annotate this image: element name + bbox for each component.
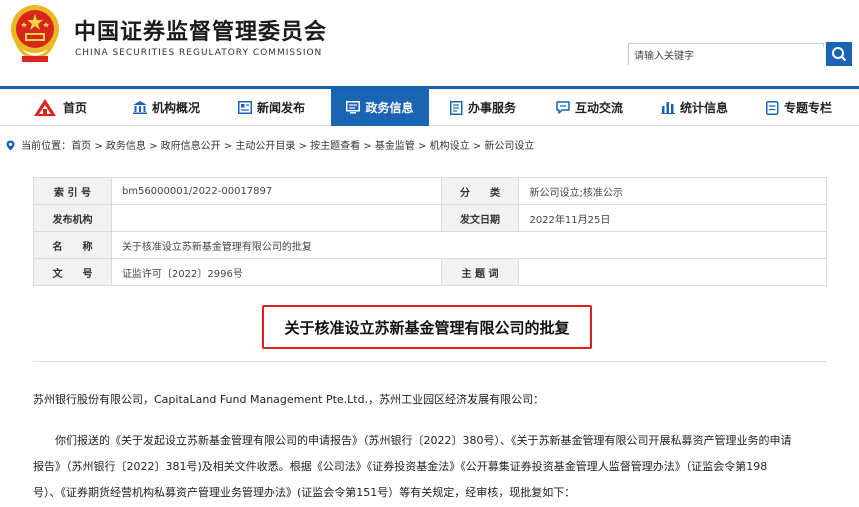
document-addressee: 苏州银行股份有限公司，CapitaLand Fund Management Pt… (33, 393, 545, 406)
chat-icon (556, 101, 570, 114)
docno-value: 证监许可〔2022〕2996号 (110, 258, 442, 286)
nav-item-services[interactable]: 办事服务 (450, 89, 516, 126)
subject-label: 主 题 词 (440, 258, 520, 286)
date-label: 发文日期 (440, 204, 520, 232)
search-button[interactable] (826, 42, 852, 66)
topic-icon (766, 100, 779, 115)
national-emblem-icon (11, 5, 59, 62)
building-icon (133, 101, 147, 114)
site-title-en: CHINA SECURITIES REGULATORY COMMISSION (75, 48, 323, 58)
government-info-icon (346, 101, 361, 114)
table-row: 发布机构 发文日期 2022年11月25日 (33, 204, 827, 232)
table-row: 文 号 证监许可〔2022〕2996号 主 题 词 (33, 258, 827, 286)
publisher-value (110, 204, 442, 232)
table-row: 索 引 号 bm56000001/2022-00017897 分 类 新公司设立… (33, 177, 827, 205)
divider (33, 361, 827, 362)
location-pin-icon (6, 140, 15, 151)
document-body-line: 报告》（苏州银行〔2022〕381号)及相关文件收悉。根据《公司法》《证券投资基… (33, 460, 768, 473)
search-input[interactable] (629, 46, 825, 67)
name-label: 名 称 (33, 231, 112, 259)
docno-label: 文 号 (33, 258, 112, 286)
nav-item-label: 首页 (63, 101, 88, 115)
date-value: 2022年11月25日 (518, 204, 827, 232)
nav-item-label: 统计信息 (680, 101, 729, 115)
category-value: 新公司设立;核准公示 (518, 177, 827, 205)
bar-chart-icon (661, 102, 675, 114)
nav-item-label: 互动交流 (575, 101, 624, 115)
publisher-label: 发布机构 (33, 204, 112, 232)
index-value: bm56000001/2022-00017897 (110, 177, 442, 205)
subject-value (518, 258, 827, 286)
table-row: 名 称 关于核准设立苏新基金管理有限公司的批复 (33, 231, 828, 259)
site-title-cn: 中国证券监督管理委员会 (74, 20, 328, 45)
main-nav: 首页 机构概况 新闻发布 政务信息 办事服务 互动交流 统计信息 专题专栏 (0, 86, 859, 126)
search-icon (832, 47, 847, 62)
index-label: 索 引 号 (33, 177, 112, 205)
home-logo-icon (34, 98, 56, 116)
nav-item-about[interactable]: 机构概况 (133, 89, 200, 126)
nav-item-home[interactable]: 首页 (32, 89, 87, 126)
nav-item-interaction[interactable]: 互动交流 (556, 89, 623, 126)
breadcrumb-path[interactable]: 首页 > 政务信息 > 政府信息公开 > 主动公开目录 > 按主题查看 > 基金… (71, 141, 534, 152)
nav-item-label: 机构概况 (152, 101, 201, 115)
nav-item-news[interactable]: 新闻发布 (238, 89, 305, 126)
document-body-line: 号）、《证券期货经营机构私募资产管理业务管理办法》(证监会令第151号）等有关规… (33, 486, 576, 499)
breadcrumb-prefix: 当前位置： (21, 141, 72, 152)
site-header: 中国证券监督管理委员会 CHINA SECURITIES REGULATORY … (0, 0, 859, 86)
search-box (628, 43, 825, 67)
nav-item-label: 专题专栏 (784, 101, 833, 115)
document-metadata-table: 索 引 号 bm56000001/2022-00017897 分 类 新公司设立… (33, 177, 828, 286)
document-title-highlight: 关于核准设立苏新基金管理有限公司的批复 (262, 305, 592, 349)
document-body-line: 你们报送的《关于发起设立苏新基金管理有限公司的申请报告》（苏州银行〔2022〕3… (55, 434, 792, 447)
nav-item-gov-info[interactable]: 政务信息 (331, 89, 429, 126)
document-title: 关于核准设立苏新基金管理有限公司的批复 (284, 318, 570, 337)
breadcrumb: 当前位置：首页 > 政务信息 > 政府信息公开 > 主动公开目录 > 按主题查看… (6, 137, 534, 152)
category-label: 分 类 (440, 177, 520, 205)
nav-item-label: 政务信息 (365, 101, 414, 115)
newspaper-icon (238, 101, 252, 114)
nav-item-label: 新闻发布 (257, 101, 306, 115)
nav-item-topics[interactable]: 专题专栏 (766, 89, 832, 126)
service-document-icon (450, 100, 463, 115)
nav-item-label: 办事服务 (468, 101, 517, 115)
nav-item-statistics[interactable]: 统计信息 (661, 89, 728, 126)
name-value: 关于核准设立苏新基金管理有限公司的批复 (110, 231, 828, 259)
